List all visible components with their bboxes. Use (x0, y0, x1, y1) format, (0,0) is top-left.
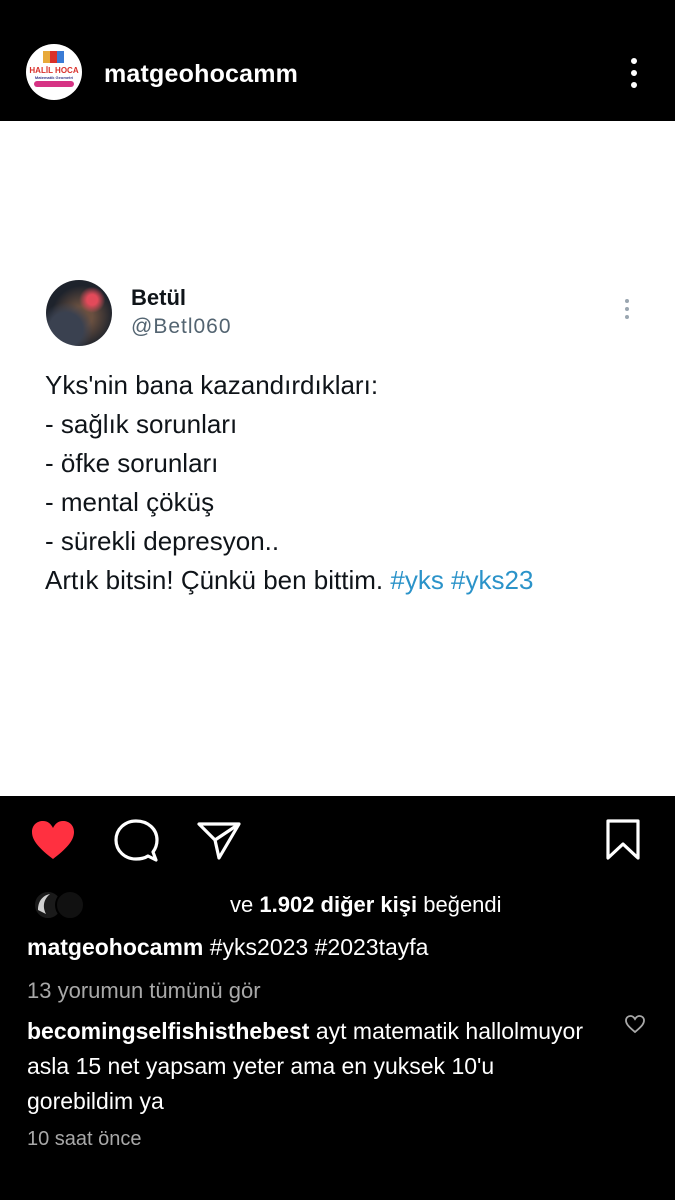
post-timestamp: 10 saat önce (27, 1128, 142, 1150)
tweet-text: Yks'nin bana kazandırdıkları: - sağlık s… (45, 366, 533, 600)
tweet-author-handle: @Betl060 (131, 315, 232, 338)
avatar-brand-text: HALİL HOCA (29, 66, 79, 75)
share-send-icon[interactable] (196, 820, 242, 862)
tweet-line: - sürekli depresyon.. (45, 526, 280, 556)
likes-text: ve 1.902 diğer kişi beğendi (230, 892, 502, 918)
tweet-line: - öfke sorunları (45, 448, 219, 478)
comment-item: becomingselfishisthebest ayt matematik h… (27, 1014, 597, 1119)
liker-avatars (33, 890, 85, 920)
like-heart-icon[interactable] (30, 819, 76, 861)
likes-suffix: beğendi (417, 892, 502, 917)
comment-username[interactable]: becomingselfishisthebest (27, 1018, 309, 1044)
logo-icon (43, 51, 64, 63)
post-header: HALİL HOCA Matematik Geometri matgeohoca… (0, 0, 675, 120)
post-image[interactable]: Betül @Betl060 Yks'nin bana kazandırdıkl… (0, 121, 675, 796)
caption-username[interactable]: matgeohocamm (27, 934, 203, 960)
more-options-icon[interactable] (620, 56, 648, 90)
view-all-comments-link[interactable]: 13 yorumun tümünü gör (27, 978, 261, 1004)
caption-text[interactable]: #yks2023 #2023tayfa (210, 934, 429, 960)
tweet-line: - sağlık sorunları (45, 409, 238, 439)
tweet-more-icon (620, 297, 634, 321)
tweet-hashtags: #yks #yks23 (390, 565, 534, 595)
tweet-line: Yks'nin bana kazandırdıkları: (45, 370, 379, 400)
comment-like-icon[interactable] (624, 1014, 646, 1034)
tweet-line: Artık bitsin! Çünkü ben bittim. (45, 565, 391, 595)
header-username[interactable]: matgeohocamm (104, 60, 298, 89)
likes-prefix: ve (230, 892, 260, 917)
action-bar (0, 816, 675, 866)
post-caption: matgeohocamm #yks2023 #2023tayfa (27, 934, 428, 961)
profile-avatar[interactable]: HALİL HOCA Matematik Geometri (26, 44, 82, 100)
tweet-line: - mental çöküş (45, 487, 215, 517)
save-bookmark-icon[interactable] (604, 818, 642, 862)
avatar-handle-pill (34, 81, 74, 87)
tweet-author-name: Betül (131, 285, 186, 310)
avatar-brand-subtext: Matematik Geometri (34, 75, 74, 80)
likes-count[interactable]: 1.902 diğer kişi (259, 892, 417, 917)
tweet-avatar (46, 280, 112, 346)
likes-summary[interactable]: ve 1.902 diğer kişi beğendi (30, 888, 670, 924)
comment-icon[interactable] (113, 818, 159, 864)
